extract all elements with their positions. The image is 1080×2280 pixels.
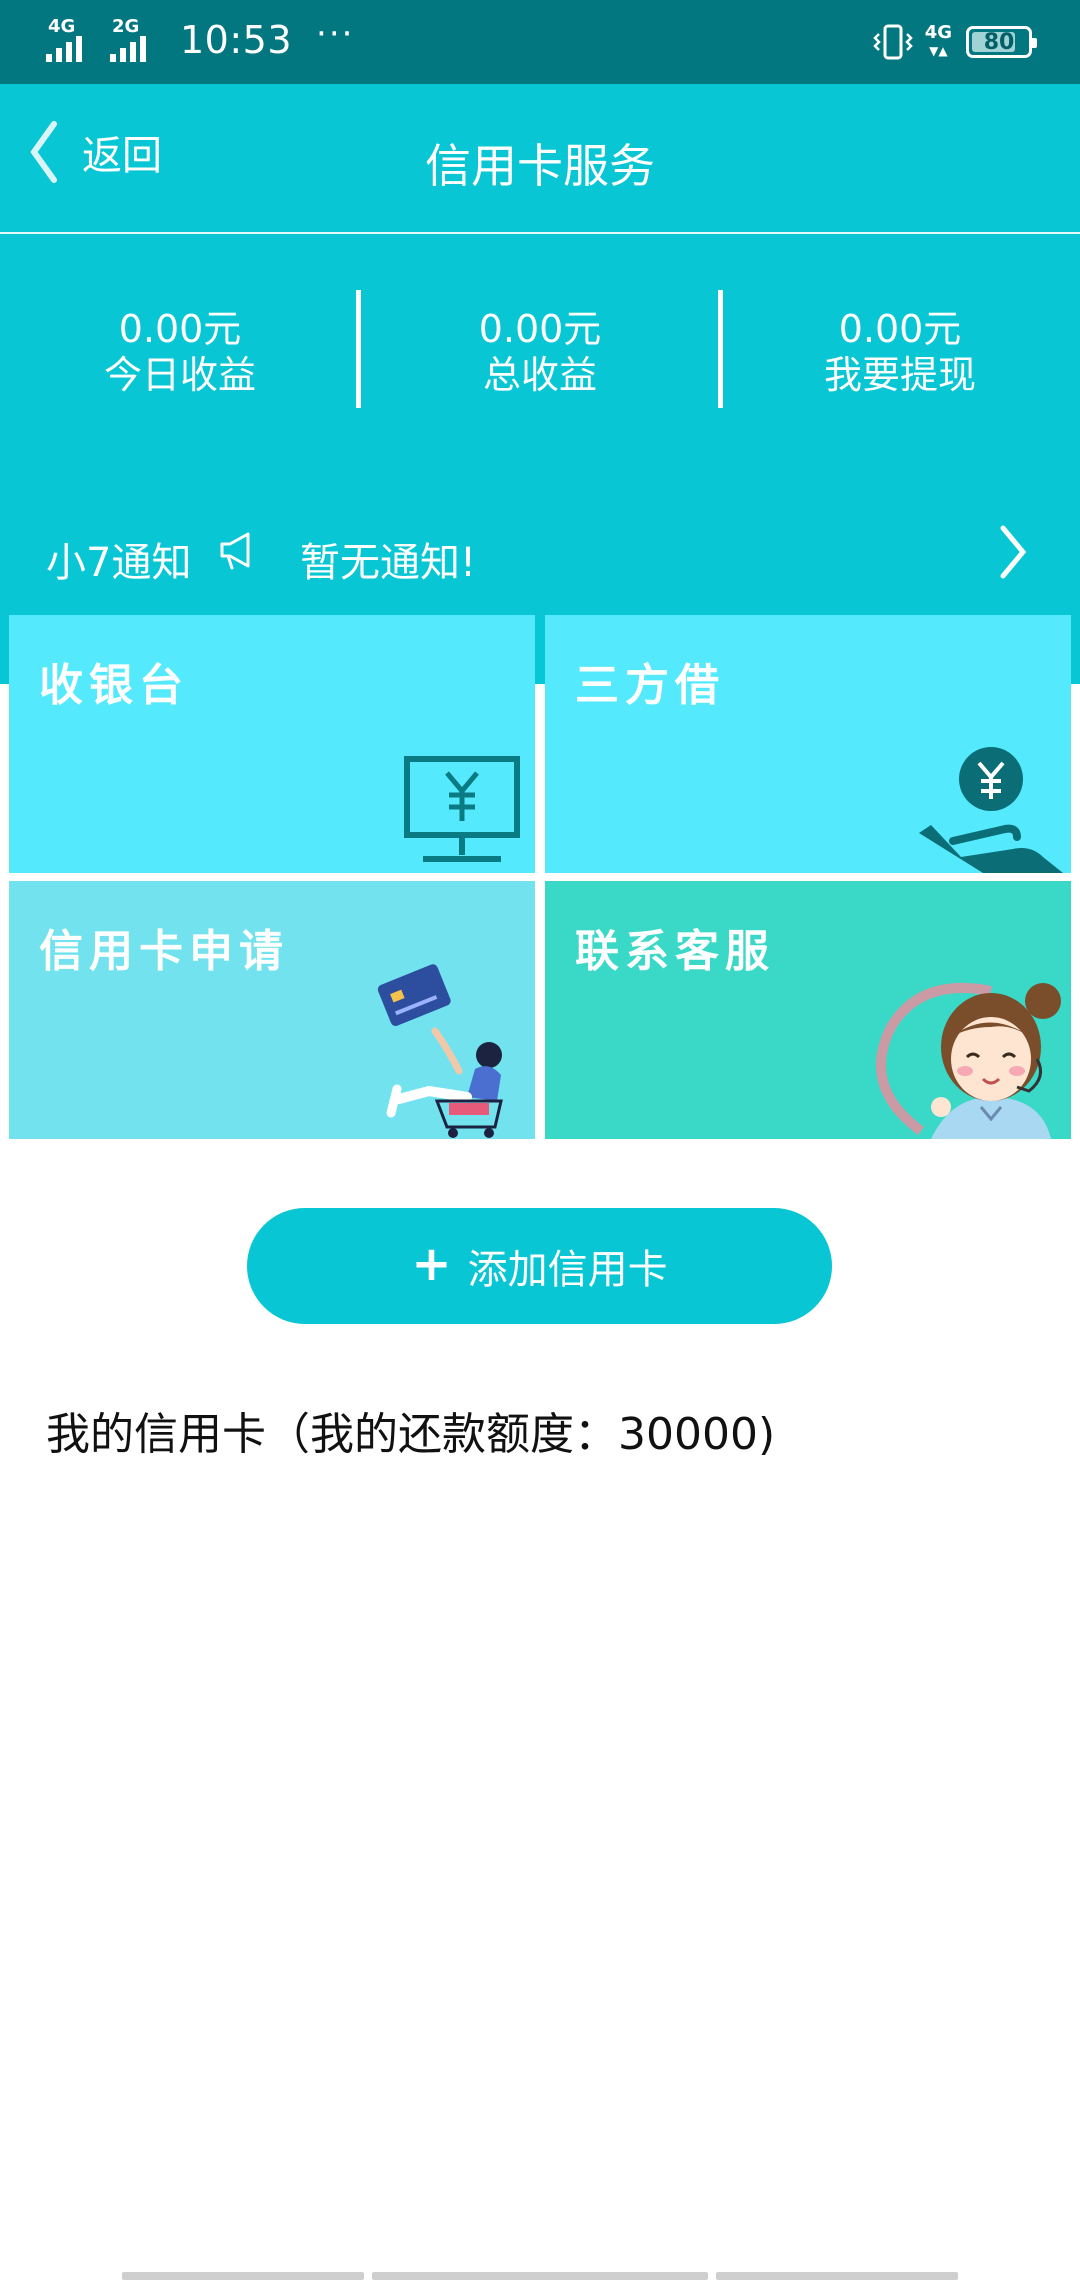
- tile-label: 联系客服: [575, 926, 775, 977]
- stat-today-earnings[interactable]: 0.00元 今日收益: [0, 284, 360, 414]
- shopping-girl-card-illustration: [377, 964, 503, 1138]
- monitor-yuan-icon: [404, 756, 520, 862]
- chevron-right-icon: [1000, 525, 1027, 579]
- feature-grid: 收银台 三方借 信用卡申请 联系客服: [0, 605, 1080, 1145]
- status-time: 10:53: [180, 18, 293, 62]
- stat-divider: [718, 290, 723, 408]
- hand-coin-icon: [919, 747, 1063, 873]
- header: 返回 信用卡服务 0.00元 今日收益 0.00元 总收益 0.00元 我要提现…: [0, 84, 1080, 684]
- nav-divider: [0, 232, 1080, 234]
- battery-icon: 80: [966, 26, 1037, 58]
- notice-message: 暂无通知!: [300, 540, 477, 586]
- more-notifications-icon: ···: [316, 14, 355, 54]
- add-credit-card-button[interactable]: + 添加信用卡: [247, 1208, 832, 1324]
- status-right: 4G ▼▲ 80: [871, 20, 1037, 64]
- notice-label: 小7通知: [46, 540, 192, 586]
- tile-customer-service[interactable]: 联系客服: [545, 881, 1071, 1139]
- bottom-indicator: [0, 2272, 1080, 2280]
- stat-label: 我要提现: [823, 353, 976, 397]
- earnings-stats: 0.00元 今日收益 0.00元 总收益 0.00元 我要提现: [0, 284, 1080, 414]
- tile-label: 收银台: [39, 660, 189, 711]
- status-bar: 4G 2G 10:53 ··· 4G ▼▲ 80: [0, 0, 1080, 84]
- sim1-network-label: 4G: [48, 16, 76, 37]
- tile-credit-card-apply[interactable]: 信用卡申请: [9, 881, 535, 1139]
- stat-withdraw[interactable]: 0.00元 我要提现: [720, 284, 1080, 414]
- stat-divider: [356, 290, 361, 408]
- add-credit-card-label: 添加信用卡: [467, 1247, 668, 1293]
- sim2-signal-icon: 2G: [110, 16, 166, 62]
- stat-label: 总收益: [482, 353, 597, 397]
- tile-cashier[interactable]: 收银台: [9, 615, 535, 873]
- notice-bar[interactable]: 小7通知 暂无通知!: [0, 506, 1080, 596]
- tile-label: 三方借: [575, 660, 725, 711]
- stat-total-earnings[interactable]: 0.00元 总收益: [360, 284, 720, 414]
- plus-icon: +: [411, 1236, 452, 1292]
- sim1-signal-icon: 4G: [46, 16, 102, 62]
- stat-label: 今日收益: [103, 353, 256, 397]
- stat-value: 0.00元: [478, 307, 602, 351]
- tile-label: 信用卡申请: [39, 926, 289, 977]
- sim2-network-label: 2G: [112, 16, 140, 37]
- my-credit-cards-title: 我的信用卡（我的还款额度：30000): [46, 1409, 776, 1460]
- nav-bar: 返回 信用卡服务: [0, 84, 1080, 232]
- battery-percent: 80: [983, 29, 1015, 55]
- stat-value: 0.00元: [838, 307, 962, 351]
- megaphone-icon: [220, 532, 250, 570]
- tile-third-party-loan[interactable]: 三方借: [545, 615, 1071, 873]
- data-network-icon: 4G ▼▲: [924, 22, 952, 59]
- stat-value: 0.00元: [118, 307, 242, 351]
- status-left: 4G 2G 10:53 ···: [46, 14, 354, 62]
- vibrate-icon: [872, 24, 913, 60]
- customer-service-girl-illustration: [876, 983, 1061, 1139]
- data-network-label: 4G: [924, 22, 952, 43]
- page-title: 信用卡服务: [425, 139, 655, 193]
